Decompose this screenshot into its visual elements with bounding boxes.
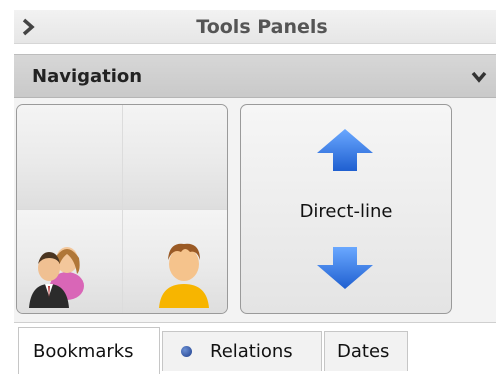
single-user-button[interactable]	[122, 209, 227, 313]
navigation-section-header[interactable]: Navigation	[14, 54, 496, 98]
empty-slot-button[interactable]	[122, 105, 227, 209]
tab-label: Relations	[210, 341, 293, 362]
navigation-title: Navigation	[32, 66, 143, 87]
tab-label: Bookmarks	[33, 341, 134, 362]
group-users-button[interactable]	[17, 209, 122, 313]
group-users-icon	[29, 246, 84, 308]
direct-line-label: Direct-line	[299, 201, 393, 222]
tab-bookmarks[interactable]: Bookmarks	[18, 327, 160, 374]
chevron-down-icon[interactable]	[470, 69, 488, 85]
panel-title: Tools Panels	[196, 16, 328, 38]
tab-label: Dates	[337, 341, 390, 362]
arrow-down-icon	[317, 247, 373, 289]
tools-panels-header: Tools Panels	[14, 10, 496, 44]
direct-line-button[interactable]: Direct-line	[240, 104, 452, 314]
tab-relations[interactable]: Relations	[162, 331, 322, 371]
dot-icon	[181, 346, 192, 357]
arrow-up-icon	[317, 129, 373, 171]
empty-slot-button[interactable]	[17, 105, 122, 209]
tab-dates[interactable]: Dates	[324, 331, 408, 371]
single-user-icon	[158, 243, 209, 308]
navigation-content: Direct-line	[14, 98, 496, 322]
navigation-button-grid	[16, 104, 228, 314]
tab-bar: Bookmarks Relations Dates	[14, 322, 496, 374]
